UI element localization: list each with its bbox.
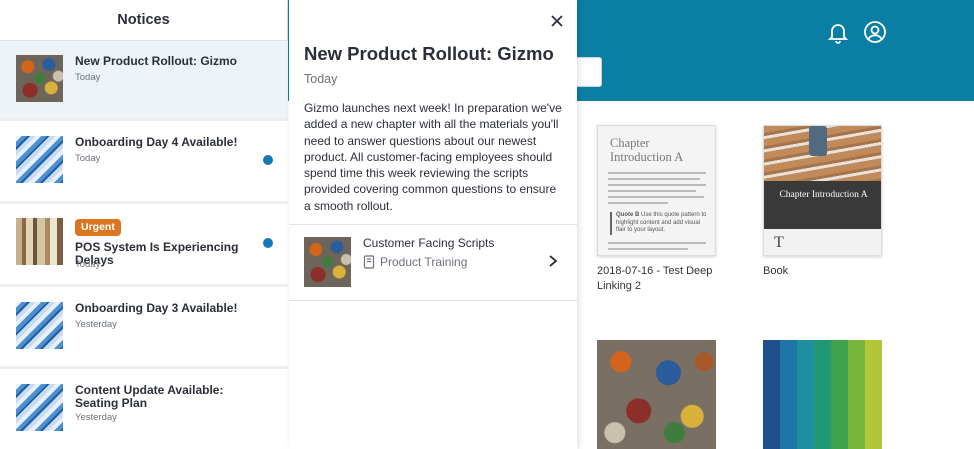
stripes-thumbnail[interactable] [763,340,882,449]
notice-title: Onboarding Day 4 Available! [75,135,238,149]
notice-title: New Product Rollout: Gizmo [75,54,237,68]
unread-dot [263,155,273,165]
notices-list: New Product Rollout: Gizmo Today Onboard… [0,41,288,449]
notice-item[interactable]: Content Update Available: Seating Plan Y… [0,369,288,449]
divider [289,300,577,301]
notice-date: Yesterday [75,319,117,330]
notice-item[interactable]: Onboarding Day 4 Available! Today [0,121,288,201]
book-thumbnail: Chapter Introduction A T [763,125,882,256]
puzzle-thumbnail[interactable] [597,340,716,449]
detail-date: Today [304,72,338,86]
attachment-thumbnail [304,237,351,287]
notice-item[interactable]: Onboarding Day 3 Available! Yesterday [0,287,288,366]
notice-thumbnail [16,55,63,102]
user-account-icon[interactable] [862,19,888,45]
thumbnail-heading: Chapter Introduction A [779,190,868,200]
attachment-title: Customer Facing Scripts [363,236,495,250]
notice-date: Today [75,153,101,164]
chevron-right-icon[interactable] [547,254,559,268]
attachment-item[interactable]: Customer Facing Scripts Product Training [289,225,577,300]
unread-dot [263,238,273,248]
notice-date: Yesterday [75,412,117,423]
notice-item[interactable]: Urgent POS System Is Experiencing Delays… [0,204,288,284]
book-icon [363,255,375,269]
notice-thumbnail [16,218,63,265]
card-title[interactable]: 2018-07-16 - Test Deep Linking 2 [597,264,715,294]
document-thumbnail: Chapter Introduction A Quote B Use this … [597,125,716,256]
detail-body: Gizmo launches next week! In preparation… [304,101,562,213]
notice-title: Content Update Available: Seating Plan [75,383,224,410]
notices-panel: Notices New Product Rollout: Gizmo Today… [0,0,288,449]
notice-date: Today [75,72,101,83]
notice-title: POS System Is Experiencing Delays [75,240,239,267]
detail-title: New Product Rollout: Gizmo [304,43,554,64]
attachment-category: Product Training [380,255,468,269]
notice-thumbnail [16,136,63,183]
urgent-badge: Urgent [75,219,121,236]
thumbnail-heading: Chapter Introduction A [610,136,684,164]
thumbnail-quote: Quote B Use this quote pattern to highli… [610,212,710,235]
notice-item[interactable]: New Product Rollout: Gizmo Today [0,41,288,118]
notice-title: Onboarding Day 3 Available! [75,301,238,315]
bell-icon[interactable] [825,19,851,45]
notice-thumbnail [16,384,63,431]
notice-date: Today [75,259,101,270]
close-icon[interactable] [547,11,567,31]
notice-detail-panel: New Product Rollout: Gizmo Today Gizmo l… [289,0,577,449]
notice-thumbnail [16,302,63,349]
card-title[interactable]: Book [763,264,788,279]
notices-title: Notices [0,0,287,41]
